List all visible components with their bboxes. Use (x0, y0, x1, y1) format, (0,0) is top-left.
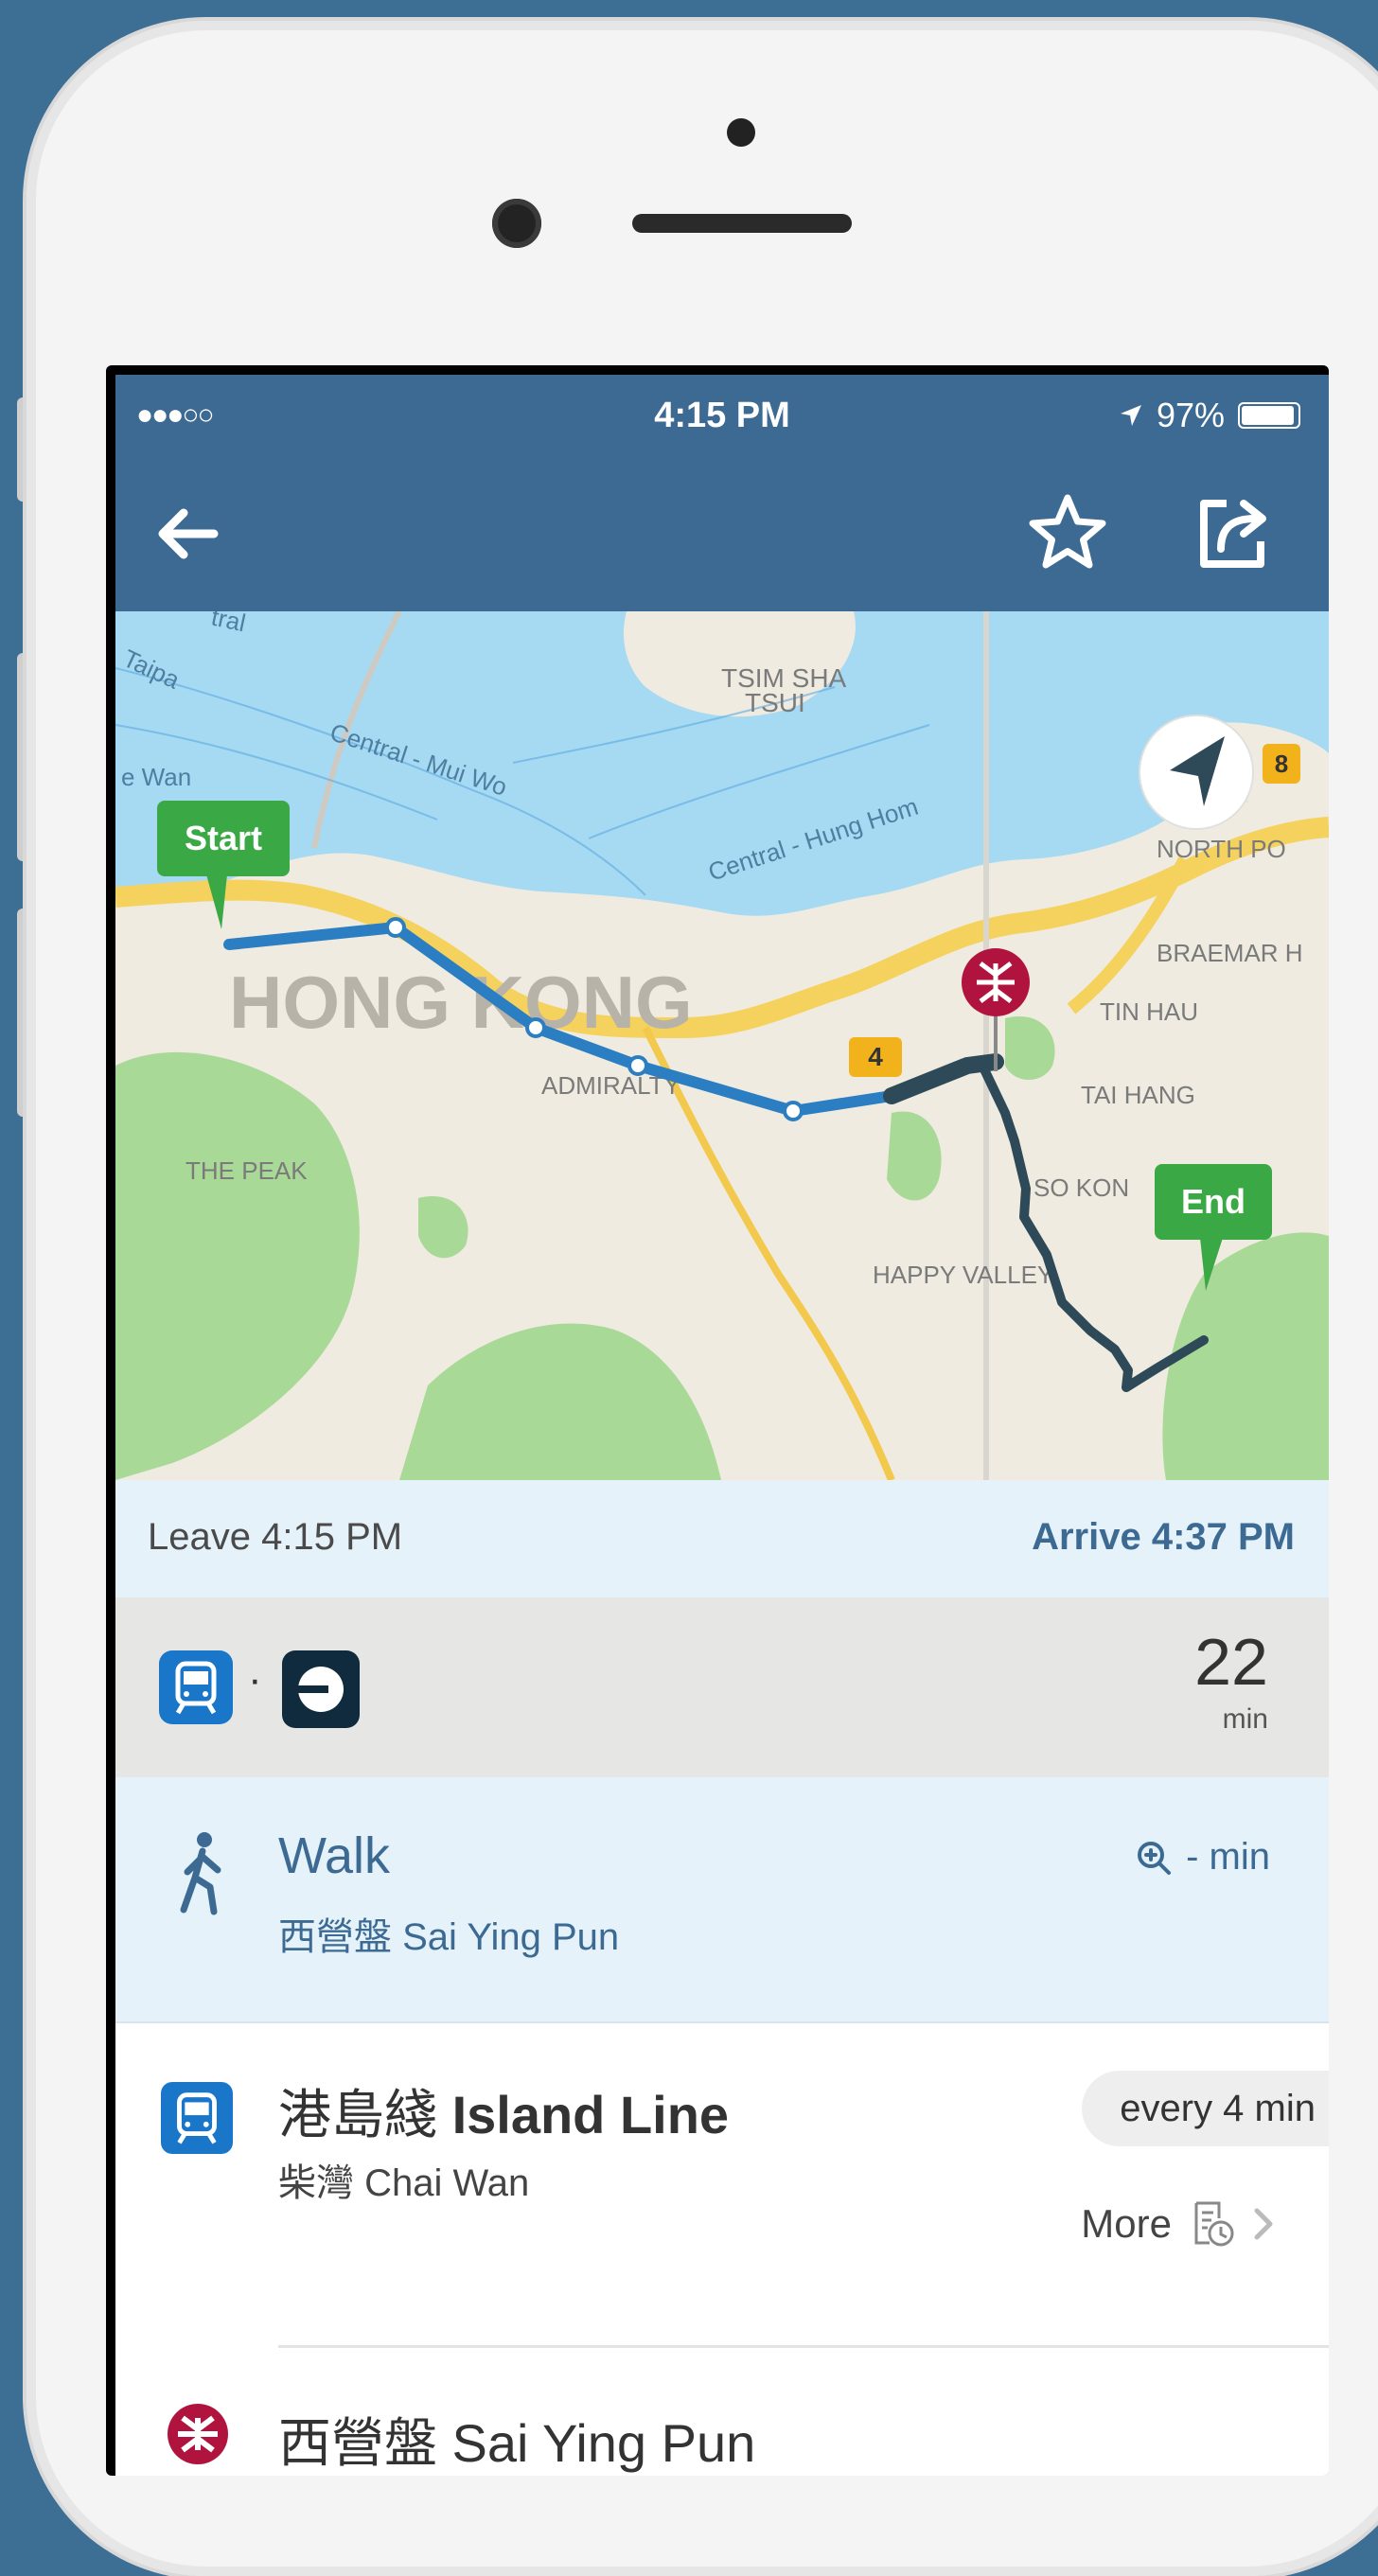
metro-icon (159, 1650, 233, 1724)
end-label: End (1181, 1182, 1246, 1221)
svg-text:8: 8 (1275, 750, 1288, 778)
walking-person-icon (180, 1832, 221, 1915)
navigation-bar (115, 454, 1329, 611)
front-camera (492, 199, 541, 248)
map-label-tin-hau: TIN HAU (1100, 997, 1198, 1026)
trip-times-bar: Leave 4:15 PM Arrive 4:37 PM (115, 1480, 1329, 1597)
arrive-time: Arrive 4:37 PM (1032, 1516, 1295, 1558)
transit-step[interactable]: 港島綫 Island Line 柴灣 Chai Wan every 4 min … (115, 2023, 1329, 2345)
battery-percent: 97% (1156, 396, 1225, 434)
status-bar: ●●●○○ 4:15 PM 97% (115, 375, 1329, 454)
map-label-tai-hang: TAI HANG (1081, 1081, 1195, 1109)
back-arrow-icon[interactable] (146, 492, 229, 575)
star-icon[interactable] (1024, 490, 1111, 577)
more-label: More (1081, 2201, 1172, 2246)
mode-separator: · (248, 1656, 262, 1703)
map-label-happy-valley: HAPPY VALLEY (873, 1261, 1053, 1289)
metro-icon (161, 2082, 233, 2154)
route-shield-4: 4 (849, 1037, 902, 1077)
map-label-north-point: NORTH PO (1157, 835, 1286, 863)
walk-duration-text: - min (1186, 1836, 1270, 1878)
map-canvas[interactable]: TSIM SHA TSUI Taipa tral e Wan Central -… (115, 611, 1329, 1480)
schedule-icon (1194, 2201, 1234, 2247)
map-label-braemar: BRAEMAR H (1157, 939, 1303, 967)
walk-step[interactable]: Walk 西營盤 Sai Ying Pun - min (115, 1777, 1329, 2023)
share-icon[interactable] (1189, 490, 1276, 577)
navigation-arrow-icon[interactable] (1139, 715, 1254, 830)
route-shield-8: 8 (1263, 744, 1300, 784)
status-right: 97% (1119, 396, 1300, 435)
line-title-cn: 港島綫 (278, 2085, 437, 2144)
battery-icon (1238, 402, 1300, 429)
uber-icon (282, 1650, 360, 1728)
proximity-sensor (727, 118, 755, 147)
map-label-tsui: TSUI (745, 688, 805, 717)
svg-text:4: 4 (868, 1042, 883, 1071)
map-label-wan: e Wan (121, 763, 191, 791)
map-label-so-kon: SO KON (1034, 1173, 1129, 1202)
station-name: 西營盤 Sai Ying Pun (278, 2413, 756, 2473)
station-step[interactable]: 西營盤 Sai Ying Pun (115, 2348, 1329, 2476)
map-label-the-peak: THE PEAK (186, 1156, 308, 1185)
more-button[interactable]: More (1081, 2199, 1276, 2249)
trip-duration: 22 (1194, 1625, 1268, 1699)
trip-summary[interactable]: · 22 min (115, 1597, 1329, 1777)
frequency-badge: every 4 min (1082, 2071, 1329, 2146)
phone-screen: ●●●○○ 4:15 PM 97% TSIM SHA TSUI Taipa tr… (106, 365, 1329, 2476)
chevron-right-icon (1254, 2208, 1273, 2240)
walk-subtitle: 西營盤 Sai Ying Pun (278, 1916, 620, 1958)
location-arrow-icon (1120, 405, 1141, 426)
search-icon (1138, 1841, 1172, 1875)
line-direction: 柴灣 Chai Wan (278, 2162, 530, 2204)
mtr-logo-icon (168, 2404, 228, 2464)
route-map[interactable]: TSIM SHA TSUI Taipa tral e Wan Central -… (115, 611, 1329, 1480)
walk-title: Walk (278, 1827, 390, 1884)
walk-duration[interactable]: - min (1135, 1836, 1270, 1879)
leave-time: Leave 4:15 PM (148, 1516, 403, 1558)
trip-duration-unit: min (1222, 1703, 1268, 1735)
line-title-en: Island Line (451, 2085, 730, 2144)
start-label: Start (185, 819, 262, 857)
earpiece-speaker (632, 214, 852, 233)
line-title: 港島綫 Island Line (278, 2073, 729, 2149)
